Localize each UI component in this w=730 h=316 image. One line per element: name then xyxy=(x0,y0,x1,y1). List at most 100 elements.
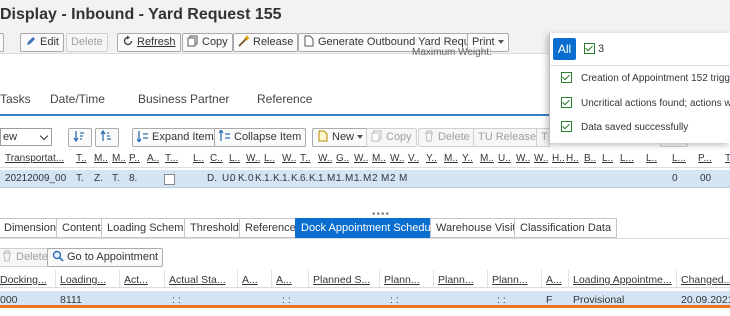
column-header[interactable]: Plann... xyxy=(438,274,474,286)
filter-all-button[interactable]: All xyxy=(553,38,576,60)
column-header[interactable]: Loading... xyxy=(60,274,106,286)
column-header[interactable]: Planned S... xyxy=(313,274,370,286)
column-header[interactable]: U.. xyxy=(498,153,511,164)
column-header[interactable]: T.. xyxy=(300,153,311,164)
column-header[interactable]: L.. xyxy=(602,153,613,164)
delete-button[interactable]: Delete xyxy=(66,33,108,52)
column-header[interactable]: Docking... xyxy=(0,274,47,286)
column-header[interactable]: P.. xyxy=(129,153,140,164)
column-header[interactable]: Y.. xyxy=(462,153,473,164)
column-header[interactable]: V.. xyxy=(408,153,419,164)
message-text[interactable]: Creation of Appointment 152 triggered xyxy=(581,73,730,84)
column-header[interactable]: H.. xyxy=(566,153,579,164)
tab-content[interactable]: Content xyxy=(56,218,107,238)
column-header[interactable]: T xyxy=(725,153,730,164)
wand-icon xyxy=(238,35,250,47)
refresh-button[interactable]: Refresh xyxy=(117,33,181,52)
table-cell: 000 xyxy=(0,294,18,306)
message-text[interactable]: Data saved successfully xyxy=(581,122,688,133)
items-copy-button[interactable]: Copy xyxy=(366,128,417,147)
column-separator[interactable] xyxy=(379,270,380,288)
column-header[interactable]: M.. xyxy=(480,153,494,164)
column-separator[interactable] xyxy=(237,270,238,288)
tab-tasks[interactable]: Tasks xyxy=(0,92,31,106)
column-header[interactable]: W.. xyxy=(282,153,296,164)
tab-loading-scheme[interactable]: Loading Scheme xyxy=(101,218,196,238)
column-header[interactable]: M.. xyxy=(372,153,386,164)
success-icon[interactable] xyxy=(584,43,595,54)
row-checkbox[interactable] xyxy=(164,174,175,185)
items-delete-button[interactable]: Delete xyxy=(418,128,475,147)
column-header[interactable]: T.. xyxy=(76,153,87,164)
column-header[interactable]: Y.. xyxy=(426,153,437,164)
table-row[interactable]: 20212009_00 T. Z. T. 8. D. U. 0 K. 0 K. 1. K. 1. K. 6. K… xyxy=(0,170,730,188)
column-header[interactable]: W.. xyxy=(354,153,368,164)
column-header[interactable]: W.. xyxy=(516,153,530,164)
column-separator[interactable] xyxy=(271,270,272,288)
column-separator[interactable] xyxy=(164,270,165,288)
column-header[interactable]: Actual Sta... xyxy=(169,274,226,286)
tab-classification-data[interactable]: Classification Data xyxy=(514,218,618,238)
column-header[interactable]: L... xyxy=(672,153,686,164)
column-header[interactable]: A... xyxy=(276,274,292,286)
column-header[interactable]: Loading Appointme... xyxy=(573,274,672,286)
column-separator[interactable] xyxy=(568,270,569,288)
table-row[interactable]: 000 8111: :: :: :: : F Provisional 20.09.202… xyxy=(0,291,730,308)
tu-release-button[interactable]: TU Release xyxy=(473,128,542,147)
column-header[interactable]: Transportat... xyxy=(5,153,64,164)
column-separator[interactable] xyxy=(308,270,309,288)
toolbar-cut-button[interactable]: T xyxy=(536,128,550,147)
column-header[interactable]: C.. xyxy=(210,153,223,164)
tab-threshold[interactable]: Threshold xyxy=(184,218,245,238)
collapse-item-button[interactable]: Collapse Item xyxy=(214,128,307,147)
column-header[interactable]: Act... xyxy=(124,274,148,286)
column-header[interactable]: H.. xyxy=(552,153,565,164)
column-header[interactable]: L.. xyxy=(193,153,204,164)
expand-item-button[interactable]: Expand Item xyxy=(132,128,219,147)
column-separator[interactable] xyxy=(433,270,434,288)
edit-button[interactable]: Edit xyxy=(20,33,64,52)
tab-business-partner[interactable]: Business Partner xyxy=(138,92,229,106)
go-to-appointment-button[interactable]: Go to Appointment xyxy=(47,248,164,267)
column-header[interactable]: Changed... xyxy=(681,274,730,286)
sort-descending-button[interactable] xyxy=(95,128,119,147)
column-header[interactable]: T... xyxy=(165,153,178,164)
column-header[interactable]: W.. xyxy=(318,153,332,164)
tab-date-time[interactable]: Date/Time xyxy=(50,92,105,106)
column-header[interactable]: M.. xyxy=(112,153,126,164)
appointment-delete-button[interactable]: Delete xyxy=(0,248,53,267)
view-select[interactable]: ew xyxy=(0,128,52,146)
tab-reference-detail[interactable]: Reference xyxy=(239,218,302,238)
column-separator[interactable] xyxy=(119,270,120,288)
column-separator[interactable] xyxy=(487,270,488,288)
column-separator[interactable] xyxy=(676,270,677,288)
column-header[interactable]: A... xyxy=(242,274,258,286)
column-header[interactable]: Plann... xyxy=(492,274,528,286)
column-header[interactable]: G.. xyxy=(336,153,349,164)
release-button[interactable]: Release xyxy=(233,33,299,52)
column-header[interactable]: A... xyxy=(546,274,562,286)
column-header[interactable]: W.. xyxy=(390,153,404,164)
column-separator[interactable] xyxy=(541,270,542,288)
column-header[interactable]: Plann... xyxy=(384,274,420,286)
tab-reference[interactable]: Reference xyxy=(257,92,312,106)
column-header[interactable]: M.. xyxy=(444,153,458,164)
copy-button[interactable]: Copy xyxy=(182,33,233,52)
tab-warehouse-visits[interactable]: Warehouse Visits xyxy=(430,218,527,238)
column-header[interactable]: W.. xyxy=(246,153,260,164)
column-header[interactable]: L.. xyxy=(264,153,275,164)
column-header[interactable]: B.. xyxy=(584,153,596,164)
column-header[interactable]: P... xyxy=(698,153,712,164)
toolbar-cut-button[interactable] xyxy=(0,33,4,52)
column-header[interactable]: M.. xyxy=(94,153,108,164)
column-separator[interactable] xyxy=(55,270,56,288)
column-header[interactable]: W.. xyxy=(534,153,548,164)
table-cell: : : xyxy=(172,294,181,306)
column-header[interactable]: A.. xyxy=(147,153,159,164)
column-header[interactable]: L... xyxy=(620,153,634,164)
sort-ascending-button[interactable] xyxy=(68,128,92,147)
new-button[interactable]: New xyxy=(312,128,369,147)
column-header[interactable]: L.. xyxy=(646,153,657,164)
message-text[interactable]: Uncritical actions found; actions will b… xyxy=(581,98,730,109)
column-header[interactable]: L.. xyxy=(229,153,240,164)
